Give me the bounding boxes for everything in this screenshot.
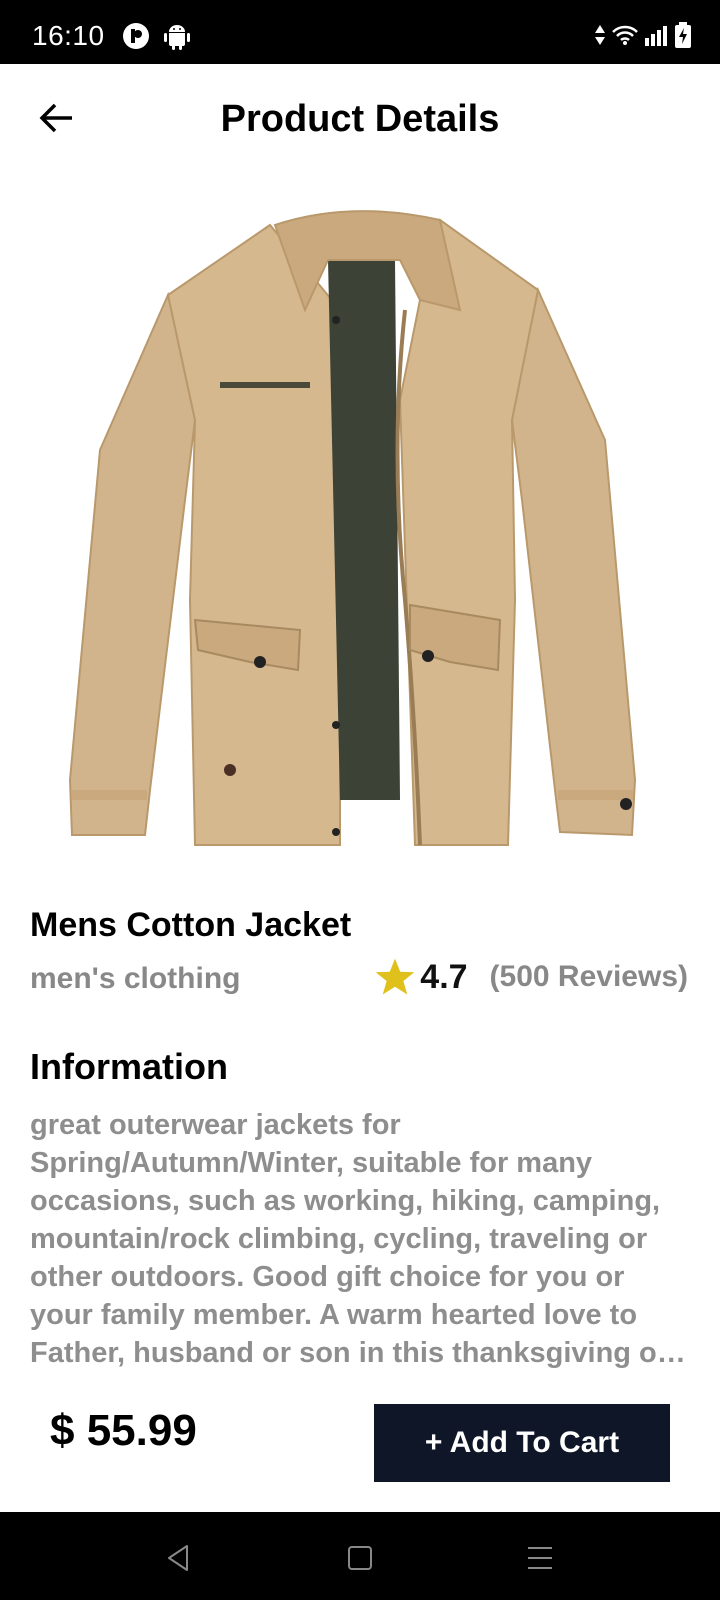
status-time: 16:10 bbox=[32, 20, 105, 51]
back-triangle-icon[interactable] bbox=[158, 1538, 198, 1578]
status-right-icons bbox=[594, 22, 692, 53]
status-left-icons bbox=[122, 22, 190, 55]
product-category: men's clothing bbox=[30, 962, 241, 995]
product-image bbox=[60, 200, 660, 870]
navigation-bar bbox=[0, 1512, 720, 1600]
signal-icon bbox=[644, 24, 668, 51]
android-icon bbox=[164, 22, 190, 55]
page-title: Product Details bbox=[220, 98, 500, 140]
product-price: $ 55.99 bbox=[50, 1406, 197, 1455]
home-square-icon[interactable] bbox=[340, 1538, 380, 1578]
pocket-icon bbox=[122, 22, 150, 55]
status-bar: 16:10 bbox=[0, 0, 720, 64]
rating-row: 4.7 (500 Reviews) bbox=[374, 956, 688, 998]
add-to-cart-button[interactable]: + Add To Cart bbox=[374, 1404, 670, 1482]
battery-charging-icon bbox=[674, 22, 692, 53]
wifi-icon bbox=[612, 24, 638, 51]
star-icon bbox=[374, 956, 416, 998]
rating-reviews: (500 Reviews) bbox=[489, 960, 688, 993]
product-description: great outerwear jackets for Spring/Autum… bbox=[30, 1109, 669, 1369]
app-header: Product Details bbox=[0, 64, 720, 176]
rating-value: 4.7 bbox=[420, 957, 468, 996]
product-name: Mens Cotton Jacket bbox=[30, 906, 352, 944]
information-title: Information bbox=[30, 1046, 228, 1087]
menu-lines-icon[interactable] bbox=[520, 1538, 560, 1578]
data-arrows-icon bbox=[594, 23, 606, 52]
